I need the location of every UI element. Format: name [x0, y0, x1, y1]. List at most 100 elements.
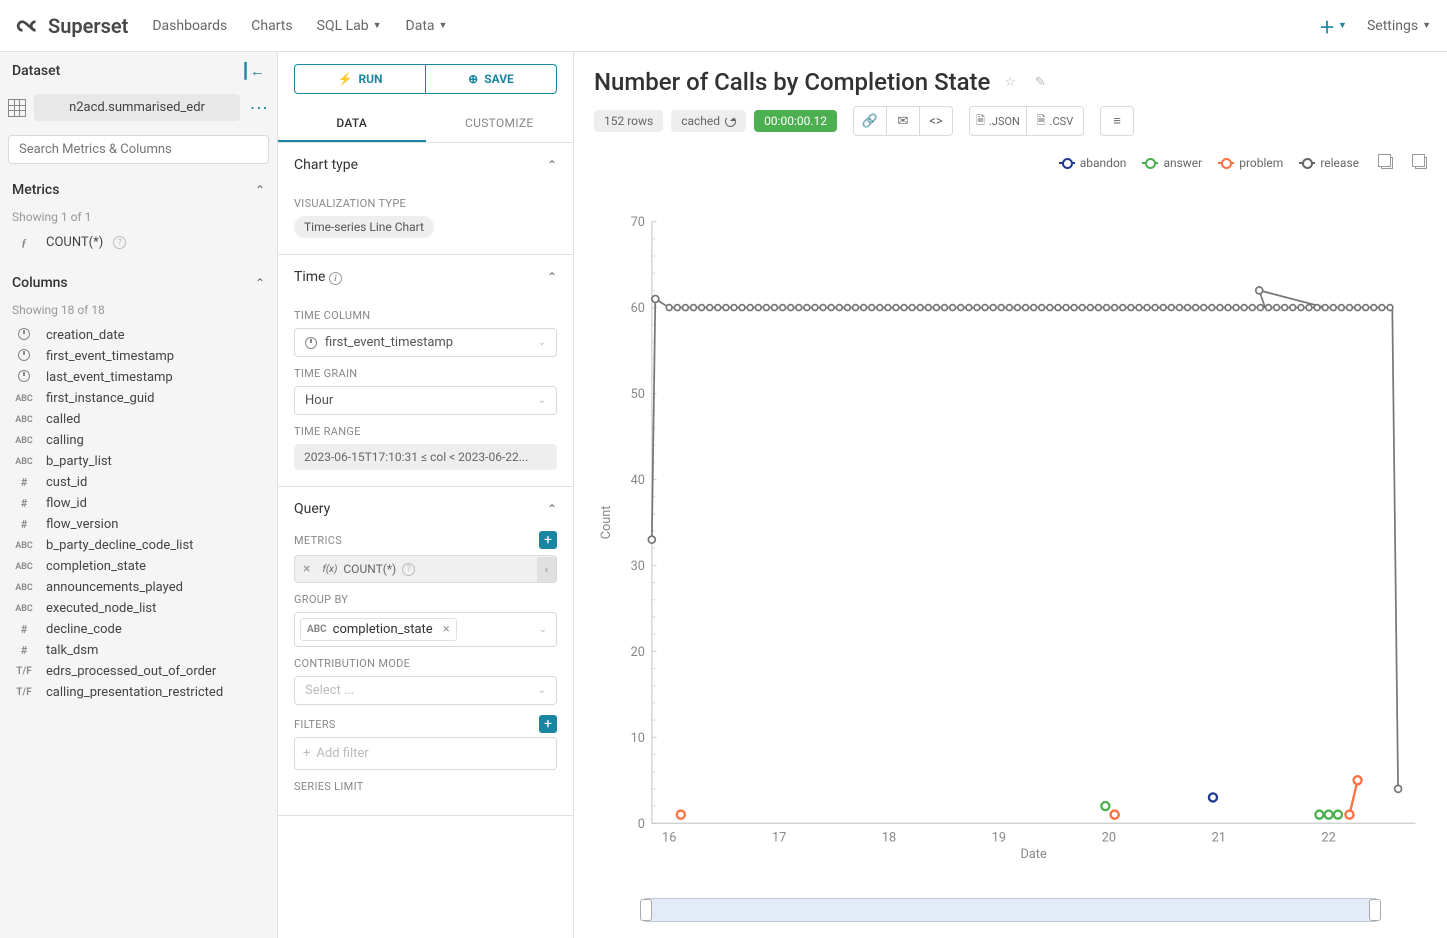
column-type-icon: ABC — [12, 604, 36, 614]
add-filter-link[interactable]: +Add filter — [303, 746, 548, 761]
query-header[interactable]: Query⌃ — [278, 487, 573, 531]
column-item[interactable]: #talk_dsm — [12, 640, 265, 661]
column-item[interactable]: ABCexecuted_node_list — [12, 598, 265, 619]
favorite-icon[interactable]: ☆ — [1000, 72, 1020, 92]
nav-dashboards[interactable]: Dashboards — [152, 18, 227, 34]
chart-area: Number of Calls by Completion State ☆ ✎ … — [574, 52, 1447, 938]
bolt-icon: ⚡ — [337, 72, 352, 86]
legend-marker-icon — [1142, 162, 1158, 164]
run-button[interactable]: ⚡RUN — [294, 64, 426, 94]
viz-type-pill[interactable]: Time-series Line Chart — [294, 216, 434, 238]
chevron-up-icon: ⌃ — [547, 270, 557, 284]
chart-canvas[interactable]: 01020304050607016171819202122DateCount — [594, 180, 1427, 888]
column-item[interactable]: ABCannouncements_played — [12, 577, 265, 598]
search-metrics-columns[interactable] — [8, 135, 269, 164]
nav-sqllab[interactable]: SQL Lab▼ — [317, 18, 382, 34]
metric-label: COUNT(*) — [46, 235, 103, 250]
fx-icon: f(x) — [322, 564, 337, 575]
column-item[interactable]: #flow_version — [12, 514, 265, 535]
column-item[interactable]: last_event_timestamp — [12, 367, 265, 388]
time-header[interactable]: Time i⌃ — [278, 255, 573, 299]
column-item[interactable]: T/Fcalling_presentation_restricted — [12, 682, 265, 703]
column-item[interactable]: #flow_id — [12, 493, 265, 514]
chart-type-header[interactable]: Chart type⌃ — [278, 143, 573, 187]
remove-metric-icon[interactable]: × — [295, 561, 318, 577]
nav-data[interactable]: Data▼ — [406, 18, 448, 34]
topbar: Superset Dashboards Charts SQL Lab▼ Data… — [0, 0, 1447, 52]
search-input[interactable] — [19, 142, 258, 157]
main: Dataset ┃← n2acd.summarised_edr ⋮ Metric… — [0, 52, 1447, 938]
expand-metric-icon[interactable]: › — [537, 557, 556, 582]
nav-settings[interactable]: Settings▼ — [1367, 18, 1431, 34]
column-item[interactable]: #decline_code — [12, 619, 265, 640]
columns-showing: Showing 18 of 18 — [0, 299, 277, 325]
column-item[interactable]: #cust_id — [12, 472, 265, 493]
column-item[interactable]: ABCfirst_instance_guid — [12, 388, 265, 409]
copy-icon[interactable] — [1415, 157, 1427, 169]
export-json-button[interactable]: 🗎.JSON — [969, 106, 1027, 136]
add-filter-button[interactable]: + — [539, 715, 557, 733]
dataset-name-pill[interactable]: n2acd.summarised_edr — [34, 94, 240, 121]
chevron-up-icon: ⌃ — [255, 183, 265, 197]
contribution-mode-select[interactable]: Select ...⌄ — [294, 676, 557, 705]
columns-section-header[interactable]: Columns⌃ — [0, 267, 277, 299]
add-metric-button[interactable]: + — [539, 531, 557, 549]
time-range-pill[interactable]: 2023-06-15T17:10:31 ≤ col < 2023-06-22..… — [294, 444, 557, 470]
copy-icon[interactable] — [1381, 157, 1393, 169]
abc-icon: ABC — [307, 624, 327, 635]
column-type-icon: ABC — [12, 562, 36, 572]
metric-chip[interactable]: × f(x)COUNT(*)? › — [294, 555, 557, 583]
embed-icon[interactable]: <> — [919, 106, 953, 136]
column-item[interactable]: ABCb_party_decline_code_list — [12, 535, 265, 556]
column-item[interactable]: creation_date — [12, 325, 265, 346]
tab-data[interactable]: DATA — [278, 106, 426, 142]
dataset-heading: Dataset — [12, 63, 60, 79]
filters-label: FILTERS — [294, 718, 336, 731]
groupby-select[interactable]: ABCcompletion_state× ⌄ — [294, 612, 557, 647]
column-item[interactable]: T/Fedrs_processed_out_of_order — [12, 661, 265, 682]
column-item[interactable]: ABCcalled — [12, 409, 265, 430]
column-item[interactable]: ABCcompletion_state — [12, 556, 265, 577]
legend-marker-icon — [1059, 162, 1075, 164]
clock-icon — [305, 337, 317, 349]
legend-release[interactable]: release — [1299, 156, 1359, 170]
svg-text:40: 40 — [631, 473, 645, 488]
remove-groupby-icon[interactable]: × — [443, 622, 450, 637]
metric-item[interactable]: ƒ COUNT(*) ? — [12, 232, 265, 253]
metrics-section-header[interactable]: Metrics⌃ — [0, 174, 277, 206]
column-type-icon: ABC — [12, 415, 36, 425]
infinity-icon — [16, 13, 42, 39]
email-icon[interactable]: ✉ — [886, 106, 920, 136]
link-icon[interactable]: 🔗 — [853, 106, 887, 136]
column-item[interactable]: ABCb_party_list — [12, 451, 265, 472]
cached-pill[interactable]: cached — [671, 110, 746, 132]
svg-text:Date: Date — [1021, 847, 1047, 862]
column-item[interactable]: ABCcalling — [12, 430, 265, 451]
chart-legend: abandon answer problem release — [594, 150, 1427, 180]
time-column-select[interactable]: first_event_timestamp⌄ — [294, 328, 557, 357]
legend-answer[interactable]: answer — [1142, 156, 1202, 170]
legend-problem[interactable]: problem — [1218, 156, 1283, 170]
chart-svg: 01020304050607016171819202122DateCount — [594, 180, 1427, 888]
menu-icon[interactable]: ≡ — [1100, 106, 1134, 136]
column-item[interactable]: first_event_timestamp — [12, 346, 265, 367]
legend-abandon[interactable]: abandon — [1059, 156, 1127, 170]
edit-icon[interactable]: ✎ — [1030, 72, 1050, 92]
column-type-icon: T/F — [12, 666, 36, 677]
collapse-sidebar-icon[interactable]: ┃← — [241, 62, 265, 80]
export-csv-button[interactable]: 🗎.CSV — [1026, 106, 1084, 136]
column-label: b_party_list — [46, 454, 112, 469]
add-button[interactable]: ＋▼ — [1319, 14, 1347, 38]
column-type-icon — [12, 328, 36, 343]
column-label: first_instance_guid — [46, 391, 155, 406]
filter-box[interactable]: +Add filter — [294, 737, 557, 770]
dataset-more-icon[interactable]: ⋮ — [248, 99, 269, 117]
column-label: b_party_decline_code_list — [46, 538, 193, 553]
svg-text:22: 22 — [1322, 831, 1336, 846]
save-button[interactable]: ⊕SAVE — [426, 64, 557, 94]
time-grain-label: TIME GRAIN — [294, 367, 557, 380]
nav-charts[interactable]: Charts — [251, 18, 292, 34]
time-grain-select[interactable]: Hour⌄ — [294, 386, 557, 415]
time-brush[interactable] — [644, 898, 1377, 922]
tab-customize[interactable]: CUSTOMIZE — [426, 106, 574, 142]
